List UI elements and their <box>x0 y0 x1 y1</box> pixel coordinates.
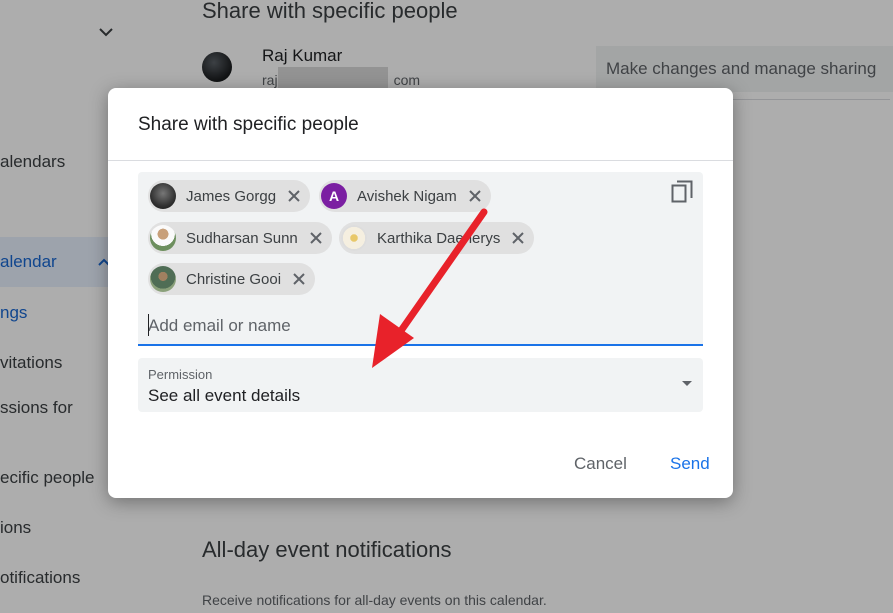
dialog-title: Share with specific people <box>138 114 359 135</box>
avatar <box>150 183 176 209</box>
email-input[interactable] <box>148 314 588 338</box>
permission-label: Permission <box>148 367 213 382</box>
chip-name: Karthika Daenerys <box>377 229 501 247</box>
close-icon[interactable] <box>510 230 526 246</box>
close-icon[interactable] <box>286 188 302 204</box>
avatar <box>150 266 176 292</box>
avatar <box>341 225 367 251</box>
dialog-divider <box>108 160 733 161</box>
close-icon[interactable] <box>308 230 324 246</box>
avatar: A <box>321 183 347 209</box>
chip-name: Sudharsan Sunn <box>186 229 298 247</box>
person-chip-christine[interactable]: Christine Gooi <box>148 263 316 295</box>
chip-name: Christine Gooi <box>186 270 282 288</box>
person-chip-avishek[interactable]: A Avishek Nigam <box>319 180 491 212</box>
person-chip-james[interactable]: James Gorgg <box>148 180 311 212</box>
people-input-box[interactable]: James Gorgg A Avishek Nigam Sudharsan Su… <box>138 172 703 346</box>
person-chip-karthika[interactable]: Karthika Daenerys <box>339 222 535 254</box>
permission-select[interactable]: Permission See all event details <box>138 358 703 412</box>
dropdown-arrow-icon[interactable] <box>681 380 693 388</box>
share-dialog: Share with specific people James Gorgg A… <box>108 88 733 498</box>
copy-icon[interactable] <box>671 180 693 204</box>
send-button[interactable]: Send <box>666 450 714 478</box>
cancel-button[interactable]: Cancel <box>570 450 631 478</box>
close-icon[interactable] <box>291 271 307 287</box>
avatar <box>150 225 176 251</box>
chip-name: James Gorgg <box>186 187 277 205</box>
permission-value: See all event details <box>148 386 301 405</box>
text-caret <box>148 314 149 336</box>
chip-name: Avishek Nigam <box>357 187 457 205</box>
close-icon[interactable] <box>467 188 483 204</box>
person-chip-sudharsan[interactable]: Sudharsan Sunn <box>148 222 332 254</box>
